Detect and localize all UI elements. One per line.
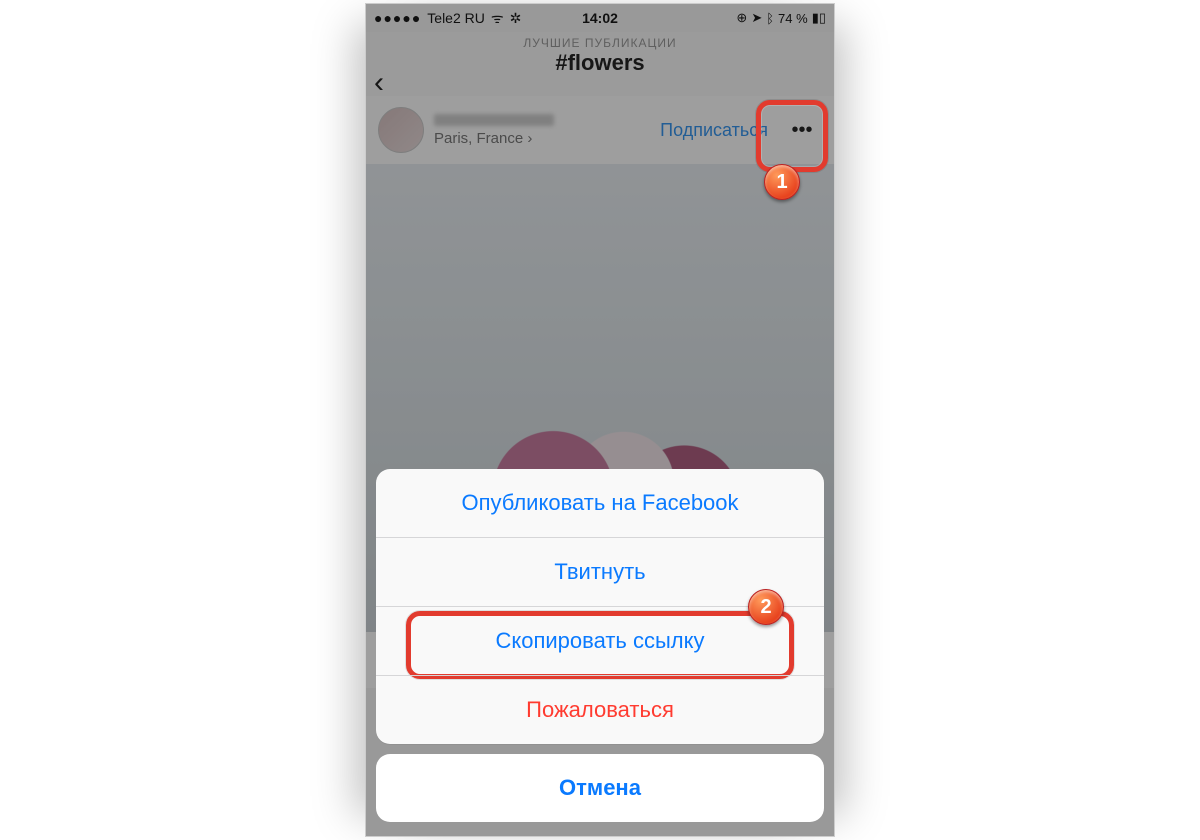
annotation-highlight-copy-link [406,611,794,679]
sheet-share-facebook[interactable]: Опубликовать на Facebook [376,469,824,537]
sheet-copy-link[interactable]: Скопировать ссылку 2 [376,606,824,675]
annotation-highlight-more [756,100,828,172]
phone-frame: ●●●●● Tele2 RU ᯤ ✲ 14:02 ⊕ ➤ ᛒ 74 % ▮▯ ‹… [366,4,834,836]
sheet-report[interactable]: Пожаловаться [376,675,824,744]
annotation-badge-1: 1 [764,164,800,200]
annotation-badge-2: 2 [748,589,784,625]
sheet-cancel-button[interactable]: Отмена [376,754,824,822]
action-sheet-group: Опубликовать на Facebook Твитнуть Скопир… [376,469,824,744]
action-sheet: Опубликовать на Facebook Твитнуть Скопир… [376,469,824,822]
